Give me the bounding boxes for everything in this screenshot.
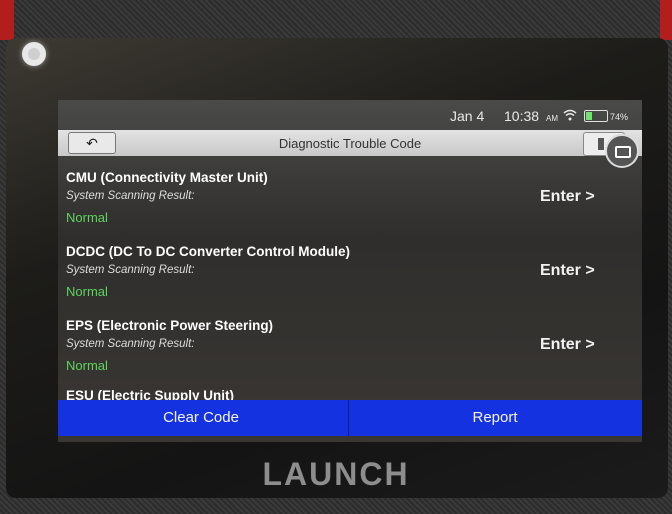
title-bar: ↶ Diagnostic Trouble Code (58, 130, 642, 156)
scan-result: Normal (66, 358, 108, 373)
list-item: ESU (Electric Supply Unit) (58, 382, 642, 403)
launch-logo: LAUNCH (262, 456, 410, 492)
list-item: EPS (Electronic Power Steering) System S… (58, 308, 642, 382)
report-button[interactable]: Report (349, 400, 641, 436)
status-date: Jan 4 (450, 108, 485, 124)
enter-button[interactable]: Enter > (540, 262, 595, 280)
enter-button[interactable]: Enter > (540, 188, 595, 206)
device-frame-accent-right (660, 0, 672, 40)
module-list: CMU (Connectivity Master Unit) System Sc… (58, 160, 642, 403)
wifi-icon (563, 109, 577, 121)
action-bar: Clear Code Report (58, 400, 642, 436)
module-name: CMU (Connectivity Master Unit) (66, 170, 268, 185)
scan-label: System Scanning Result: (66, 338, 195, 350)
module-name: DCDC (DC To DC Converter Control Module) (66, 244, 350, 259)
device-frame-accent-left (0, 0, 14, 40)
tablet-screen: Jan 4 10:38 AM 74% ↶ Diagnostic Trouble … (58, 100, 642, 442)
device-bezel: Jan 4 10:38 AM 74% ↶ Diagnostic Trouble … (0, 0, 672, 514)
scan-result: Normal (66, 284, 108, 299)
module-name: EPS (Electronic Power Steering) (66, 318, 274, 333)
enter-button[interactable]: Enter > (540, 336, 595, 354)
clear-code-button[interactable]: Clear Code (58, 400, 349, 436)
front-camera-icon (22, 42, 46, 66)
list-item: DCDC (DC To DC Converter Control Module)… (58, 234, 642, 308)
status-time: 10:38 (504, 108, 540, 124)
page-title: Diagnostic Trouble Code (278, 136, 422, 151)
battery-percent: 74% (610, 112, 629, 122)
scan-result: Normal (66, 210, 108, 225)
list-item: CMU (Connectivity Master Unit) System Sc… (58, 160, 642, 234)
battery-icon (584, 110, 608, 122)
status-bar: Jan 4 10:38 AM 74% (58, 100, 642, 128)
scan-label: System Scanning Result: (66, 190, 195, 202)
status-ampm: AM (546, 114, 558, 123)
scan-label: System Scanning Result: (66, 264, 195, 276)
